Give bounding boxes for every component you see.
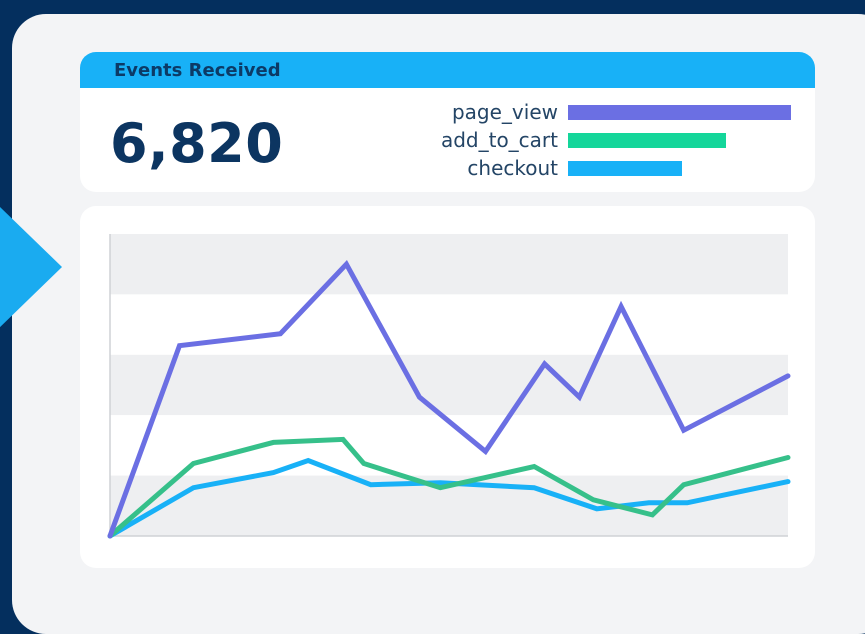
legend-bar — [568, 132, 727, 148]
grid-band — [110, 234, 788, 295]
legend-bar — [568, 160, 682, 176]
legend-bar — [568, 104, 791, 120]
legend-label: add_to_cart — [440, 128, 558, 152]
card-header: Events Received — [80, 52, 815, 88]
events-chart-card — [80, 206, 815, 568]
legend-row-add-to-cart: add_to_cart — [80, 126, 815, 154]
line-chart — [107, 234, 791, 539]
legend-label: checkout — [467, 156, 558, 180]
events-summary-card: Events Received 6,820 page_view add_to_c… — [80, 52, 815, 192]
legend-row-checkout: checkout — [80, 154, 815, 182]
grid-band — [110, 294, 788, 355]
arrow-pointer — [0, 205, 62, 329]
grid-band — [110, 354, 788, 416]
legend-label: page_view — [451, 100, 558, 124]
card-title: Events Received — [114, 59, 281, 81]
legend-row-page-view: page_view — [80, 98, 815, 126]
